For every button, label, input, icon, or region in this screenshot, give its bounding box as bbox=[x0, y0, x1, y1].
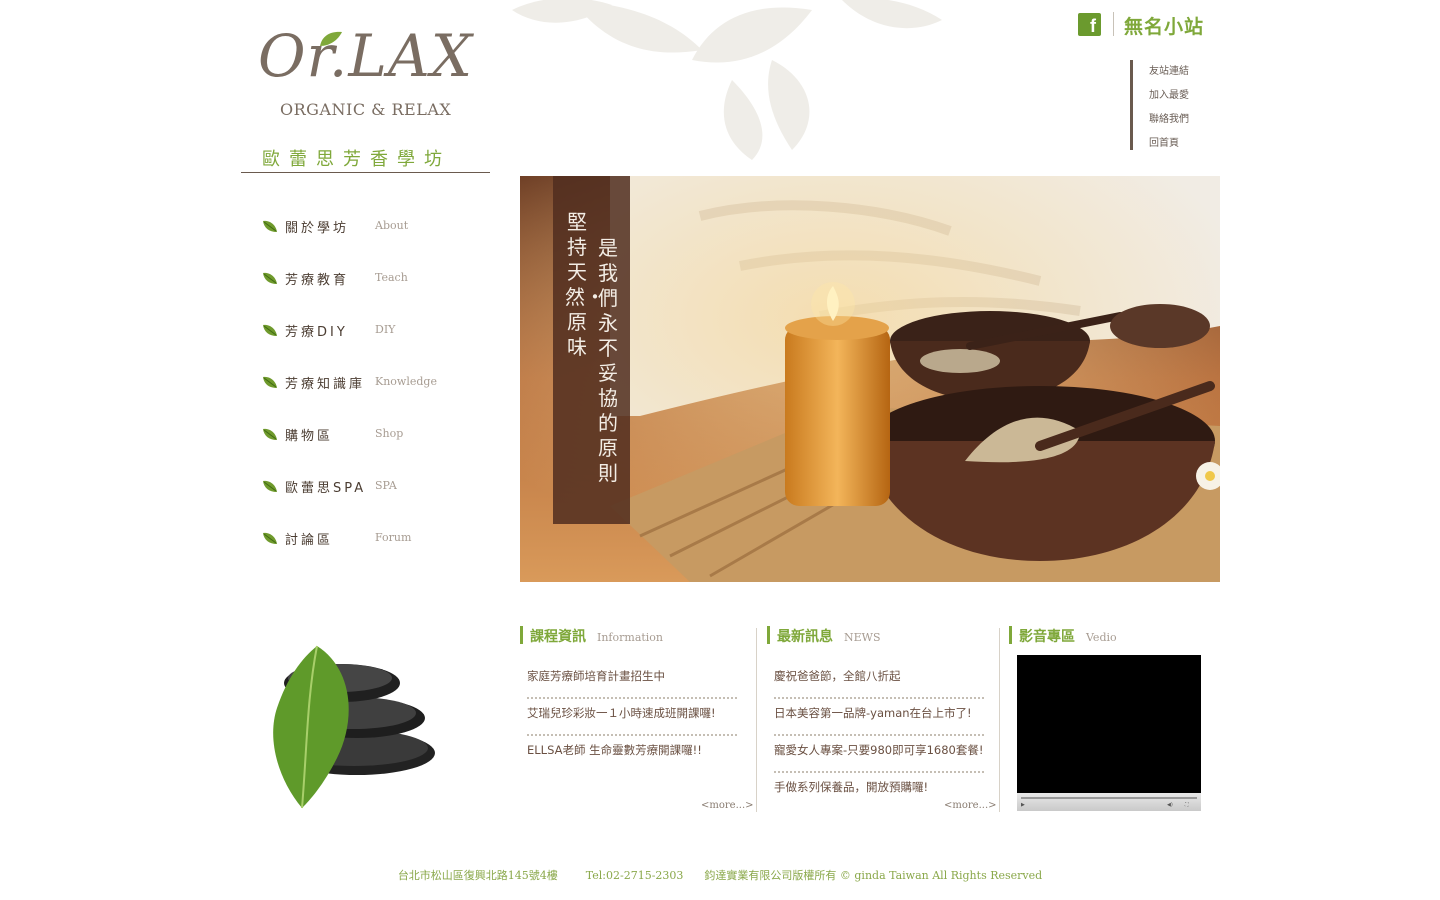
list-item[interactable]: 艾瑞兒珍彩妝一１小時速成班開課囉! bbox=[527, 699, 737, 736]
nav-label-en: Knowledge bbox=[375, 375, 437, 388]
hero-slogan-line-1: 堅持天然・原味 bbox=[565, 210, 605, 359]
nav-label-en: About bbox=[375, 219, 409, 232]
course-info-section: 課程資訊 Information 家庭芳療師培育計畫招生中 艾瑞兒珍彩妝一１小時… bbox=[520, 626, 737, 773]
top-link-home[interactable]: 回首頁 bbox=[1149, 132, 1189, 156]
logo-chinese-name: 歐蕾思芳香學坊 bbox=[262, 149, 451, 170]
nav-label-cn: 購物區 bbox=[285, 429, 334, 444]
section-title-cn: 課程資訊 bbox=[530, 629, 586, 645]
list-item[interactable]: 日本美容第一品牌-yaman在台上市了! bbox=[774, 699, 984, 736]
nav-label-cn: 討論區 bbox=[285, 533, 334, 548]
leaf-bullet-icon bbox=[263, 480, 277, 492]
top-link-friends[interactable]: 友站連結 bbox=[1149, 60, 1189, 84]
list-item[interactable]: 慶祝爸爸節，全館八折起 bbox=[774, 662, 984, 699]
more-link-news[interactable]: <more...> bbox=[944, 800, 997, 811]
nav-label-cn: 歐蕾思SPA bbox=[285, 481, 367, 496]
play-icon[interactable]: ▶ bbox=[1021, 802, 1025, 808]
more-link-info[interactable]: <more...> bbox=[701, 800, 754, 811]
volume-icon[interactable]: ◀) bbox=[1167, 802, 1173, 808]
nav-label-en: Teach bbox=[375, 271, 408, 284]
site-name-link[interactable]: 無名小站 bbox=[1124, 12, 1204, 39]
logo-leaf-icon bbox=[320, 31, 342, 46]
top-link-contact[interactable]: 聯絡我們 bbox=[1149, 108, 1189, 132]
header-separator bbox=[1113, 12, 1114, 36]
leaf-bullet-icon bbox=[263, 428, 277, 440]
nav-label-en: Shop bbox=[375, 427, 404, 440]
section-title-en: NEWS bbox=[844, 631, 881, 644]
leaf-bullet-icon bbox=[263, 324, 277, 336]
list-item[interactable]: ELLSA老師 生命靈數芳療開課囉!! bbox=[527, 736, 737, 773]
main-nav: 關於學坊 About 芳療教育 Teach 芳療DIY DIY 芳療知識庫 Kn… bbox=[262, 212, 492, 576]
leaf-bullet-icon bbox=[263, 220, 277, 232]
nav-item-forum[interactable]: 討論區 Forum bbox=[262, 524, 492, 576]
video-progress-track[interactable] bbox=[1021, 797, 1197, 799]
section-title: 課程資訊 Information bbox=[520, 626, 737, 645]
section-title: 影音專區 Vedio bbox=[1009, 626, 1117, 645]
nav-label-en: DIY bbox=[375, 323, 396, 336]
nav-item-diy[interactable]: 芳療DIY DIY bbox=[262, 316, 492, 368]
nav-label-cn: 芳療教育 bbox=[285, 273, 350, 288]
nav-label-en: Forum bbox=[375, 531, 412, 544]
nav-item-spa[interactable]: 歐蕾思SPA SPA bbox=[262, 472, 492, 524]
nav-label-cn: 芳療DIY bbox=[285, 325, 348, 340]
leaf-bullet-icon bbox=[263, 532, 277, 544]
nav-label-cn: 關於學坊 bbox=[285, 221, 350, 236]
news-section: 最新訊息 NEWS 慶祝爸爸節，全館八折起 日本美容第一品牌-yaman在台上市… bbox=[767, 626, 984, 810]
logo[interactable]: Or.LAX bbox=[258, 22, 473, 90]
column-divider bbox=[756, 628, 757, 812]
section-title-en: Information bbox=[597, 631, 664, 644]
video-section: 影音專區 Vedio bbox=[1009, 626, 1117, 645]
hero-banner: 堅持天然・原味 是我們永不妥協的原則 bbox=[520, 176, 1220, 582]
nav-label-en: SPA bbox=[375, 479, 397, 492]
section-title: 最新訊息 NEWS bbox=[767, 626, 984, 645]
nav-item-teach[interactable]: 芳療教育 Teach bbox=[262, 264, 492, 316]
top-links: 友站連結 加入最愛 聯絡我們 回首頁 bbox=[1130, 60, 1189, 150]
list-item[interactable]: 家庭芳療師培育計畫招生中 bbox=[527, 662, 737, 699]
stones-leaf-image bbox=[273, 645, 435, 809]
hero-slogan-line-2: 是我們永不妥協的原則 bbox=[598, 236, 618, 485]
course-info-list: 家庭芳療師培育計畫招生中 艾瑞兒珍彩妝一１小時速成班開課囉! ELLSA老師 生… bbox=[527, 662, 737, 773]
section-title-cn: 影音專區 bbox=[1019, 629, 1075, 645]
video-controls[interactable]: ▶ ◀) ⛶ bbox=[1017, 793, 1201, 811]
leaf-bullet-icon bbox=[263, 272, 277, 284]
list-item[interactable]: 寵愛女人專案-只要980即可享1680套餐! bbox=[774, 736, 984, 773]
top-link-favorites[interactable]: 加入最愛 bbox=[1149, 84, 1189, 108]
news-list: 慶祝爸爸節，全館八折起 日本美容第一品牌-yaman在台上市了! 寵愛女人專案-… bbox=[774, 662, 984, 810]
background-leaves-decoration bbox=[512, 0, 942, 160]
nav-item-shop[interactable]: 購物區 Shop bbox=[262, 420, 492, 472]
nav-item-knowledge[interactable]: 芳療知識庫 Knowledge bbox=[262, 368, 492, 420]
footer-text: 台北市松山區復興北路145號4樓 Tel:02-2715-2303 鈞達實業有限… bbox=[397, 869, 1043, 882]
column-divider bbox=[999, 628, 1000, 812]
logo-tagline: ORGANIC & RELAX bbox=[280, 100, 452, 119]
nav-item-about[interactable]: 關於學坊 About bbox=[262, 212, 492, 264]
video-player[interactable]: ▶ ◀) ⛶ bbox=[1017, 655, 1201, 811]
facebook-icon[interactable]: f bbox=[1078, 13, 1101, 36]
fullscreen-icon[interactable]: ⛶ bbox=[1185, 802, 1189, 808]
nav-label-cn: 芳療知識庫 bbox=[285, 377, 366, 392]
leaf-bullet-icon bbox=[263, 376, 277, 388]
section-title-en: Vedio bbox=[1086, 631, 1117, 644]
section-title-cn: 最新訊息 bbox=[777, 629, 833, 645]
logo-divider bbox=[241, 172, 490, 173]
